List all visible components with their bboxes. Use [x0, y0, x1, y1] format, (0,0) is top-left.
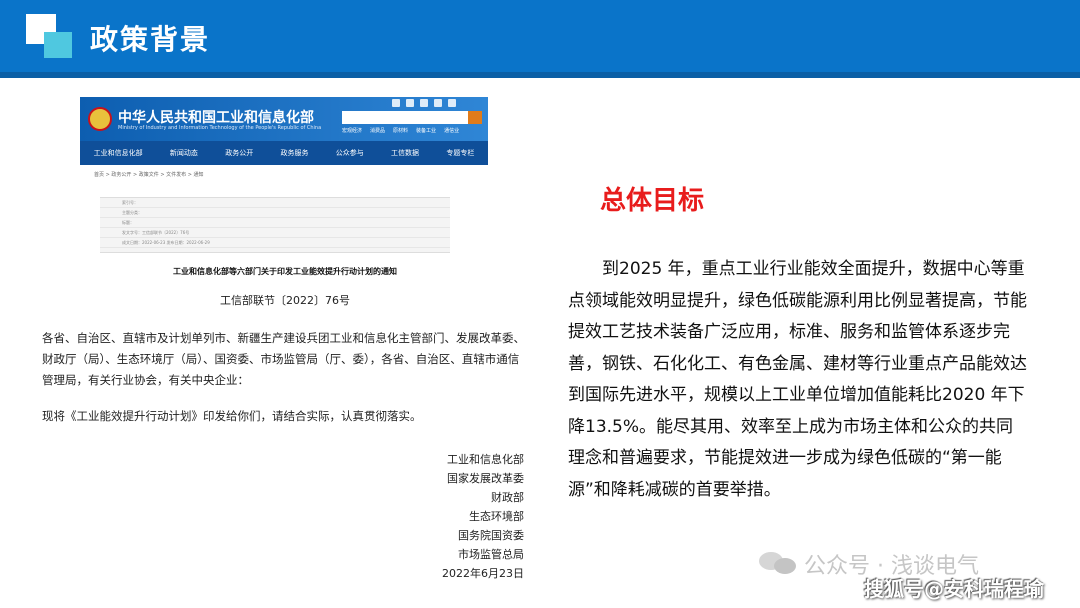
- document-meta-table: 索引号： 主题分类： 标题： 发文字号：工信部联节〔2022〕76号 成文日期：…: [100, 197, 450, 253]
- website-nav-item: 政务公开: [225, 149, 254, 157]
- goal-heading: 总体目标: [600, 186, 705, 216]
- website-search-icon: [468, 111, 482, 124]
- ministry-website-screenshot: 中华人民共和国工业和信息化部 Ministry of Industry and …: [80, 97, 488, 165]
- watermark-source: 搜狐号@安科瑞程瑜: [864, 577, 1044, 601]
- national-emblem-icon: [88, 107, 112, 131]
- website-quick-links: 宏观经济 消费品 原材料 装备工业 通信业: [342, 127, 459, 134]
- meta-row: 索引号：: [100, 198, 450, 208]
- goal-text: 到2025 年，重点工业行业能效全面提升，数据中心等重点领域能效明显提升，绿色低…: [568, 259, 1027, 500]
- signer: 工业和信息化部: [447, 453, 524, 466]
- signer: 国家发展改革委: [447, 472, 524, 485]
- quick-link: 装备工业: [416, 128, 437, 134]
- quick-link: 通信业: [444, 128, 460, 134]
- tablet-icon: [420, 99, 428, 107]
- header-band: 政策背景: [0, 0, 1080, 78]
- wechat-icon: [448, 99, 456, 107]
- quick-link: 消费品: [370, 128, 386, 134]
- document-number: 工信部联节〔2022〕76号: [220, 294, 350, 307]
- website-nav: 工业和信息化部 新闻动态 政务公开 政务服务 公众参与 工信数据 专题专栏: [80, 141, 488, 165]
- signer: 市场监管总局: [458, 548, 524, 561]
- meta-row: 发文字号：工信部联节〔2022〕76号: [100, 228, 450, 238]
- document-body: 现将《工业能效提升行动计划》印发给你们，请结合实际，认真贯彻落实。: [42, 409, 422, 423]
- page-title: 政策背景: [90, 23, 211, 56]
- signer: 生态环境部: [469, 510, 524, 523]
- website-nav-item: 工业和信息化部: [93, 149, 143, 157]
- website-nav-item: 专题专栏: [446, 149, 475, 157]
- website-nav-item: 工信数据: [391, 149, 420, 157]
- meta-row: 标题：: [100, 218, 450, 228]
- quick-link: 宏观经济: [342, 128, 363, 134]
- website-search-input: [342, 111, 482, 124]
- mobile-icon: [406, 99, 414, 107]
- decorative-square-cyan: [44, 32, 72, 58]
- notice-title: 工业和信息化部等六部门关于印发工业能效提升行动计划的通知: [173, 267, 397, 276]
- website-name: 中华人民共和国工业和信息化部: [118, 110, 314, 126]
- accessibility-icon: [392, 99, 400, 107]
- quick-link: 原材料: [393, 128, 409, 134]
- website-nav-item: 新闻动态: [169, 149, 198, 157]
- wechat-logo-icon: [759, 548, 799, 576]
- document-date: 2022年6月23日: [442, 567, 524, 580]
- document-recipients: 各省、自治区、直辖市及计划单列市、新疆生产建设兵团工业和信息化主管部门、发展改革…: [42, 331, 525, 387]
- signer: 国务院国资委: [458, 529, 524, 542]
- meta-row: 主题分类：: [100, 208, 450, 218]
- website-banner: 中华人民共和国工业和信息化部 Ministry of Industry and …: [80, 97, 488, 141]
- website-top-icons: [392, 99, 456, 107]
- signer: 财政部: [491, 491, 524, 504]
- website-nav-item: 公众参与: [335, 149, 364, 157]
- website-breadcrumb: 首页 > 政务公开 > 政策文件 > 文件发布 > 通知: [94, 172, 204, 178]
- meta-row: 成文日期：2022-06-23 发布日期：2022-06-29: [100, 238, 450, 248]
- document-signers: 工业和信息化部 国家发展改革委 财政部 生态环境部 国务院国资委 市场监管总局 …: [380, 450, 524, 583]
- website-nav-item: 政务服务: [280, 149, 309, 157]
- header-strip: [0, 72, 1080, 78]
- weibo-icon: [434, 99, 442, 107]
- website-english-name: Ministry of Industry and Information Tec…: [118, 125, 322, 131]
